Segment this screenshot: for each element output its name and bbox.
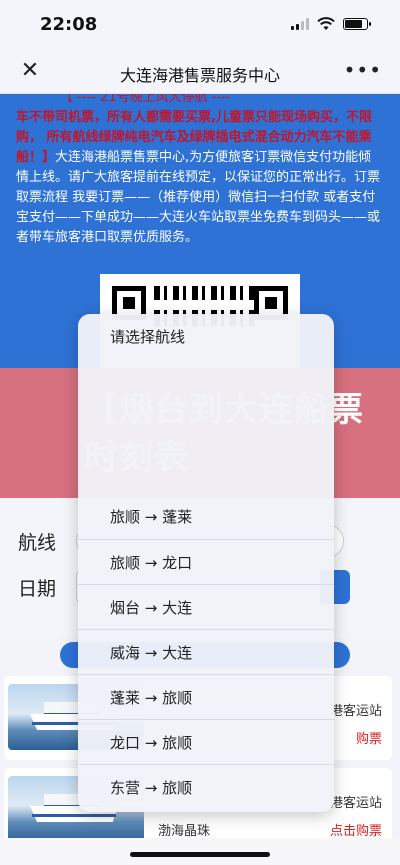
date-label: 日期 <box>18 578 57 600</box>
buy-button[interactable]: 购票 <box>356 728 382 747</box>
notice-body-text: 大连海港船票售票中心,为方便旅客订票微信支付功能倾情上线。请广大旅客提前在线预定… <box>16 150 381 245</box>
notice-text: 车不带司机票，所有人都需要买票,儿童票只能现场购买，不限购， 所有航线绿牌纯电汽… <box>16 108 384 248</box>
ticket-station: 港客运站 <box>329 796 382 811</box>
home-indicator <box>130 852 270 857</box>
ship-name: 渤海晶珠 <box>158 824 211 839</box>
dropdown-item[interactable]: 烟台 → 大连 <box>78 584 334 629</box>
dropdown-item-label: 旅顺 → 蓬莱 <box>110 508 193 526</box>
dropdown-item-label: 烟台 → 大连 <box>110 599 193 617</box>
dropdown-item[interactable]: 蓬莱 → 旅顺 <box>78 674 334 719</box>
dropdown-item[interactable]: 东营 → 旅顺 <box>78 764 334 809</box>
notice-suspension-line: 【 ---- 21号晚上风大停航 ---- <box>60 94 231 105</box>
dropdown-item-label: 旅顺 → 龙口 <box>110 554 193 572</box>
dropdown-item-label: 蓬莱 → 旅顺 <box>110 689 193 707</box>
battery-icon <box>343 18 371 30</box>
ticket-station: 港客运站 <box>329 704 382 719</box>
wifi-icon <box>317 17 335 30</box>
dropdown-item[interactable]: 威海 → 大连 <box>78 629 334 674</box>
status-bar: 22:08 <box>0 0 400 50</box>
dropdown-header: 请选择航线 <box>110 328 186 346</box>
dropdown-item[interactable]: 龙口 → 旅顺 <box>78 719 334 764</box>
dropdown-item[interactable]: 旅顺 → 蓬莱 <box>78 494 334 539</box>
route-label: 航线 <box>18 532 57 554</box>
buy-button[interactable]: 点击购票 <box>330 820 382 839</box>
page-title: 大连海港售票服务中心 <box>119 66 280 85</box>
status-time: 22:08 <box>40 14 98 35</box>
route-dropdown: 请选择航线 旅顺 → 蓬莱 旅顺 → 龙口 烟台 → 大连 威海 → 大连 蓬莱… <box>78 314 334 812</box>
dropdown-item-label: 威海 → 大连 <box>110 644 193 662</box>
more-icon[interactable]: ••• <box>344 58 382 82</box>
signal-icon <box>291 18 309 30</box>
dropdown-item-label: 东营 → 旅顺 <box>110 779 193 797</box>
nav-bar: ✕ 大连海港售票服务中心 ••• <box>0 50 400 94</box>
dropdown-item-label: 龙口 → 旅顺 <box>110 734 193 752</box>
status-icons <box>291 17 371 31</box>
dropdown-item[interactable]: 旅顺 → 龙口 <box>78 539 334 584</box>
